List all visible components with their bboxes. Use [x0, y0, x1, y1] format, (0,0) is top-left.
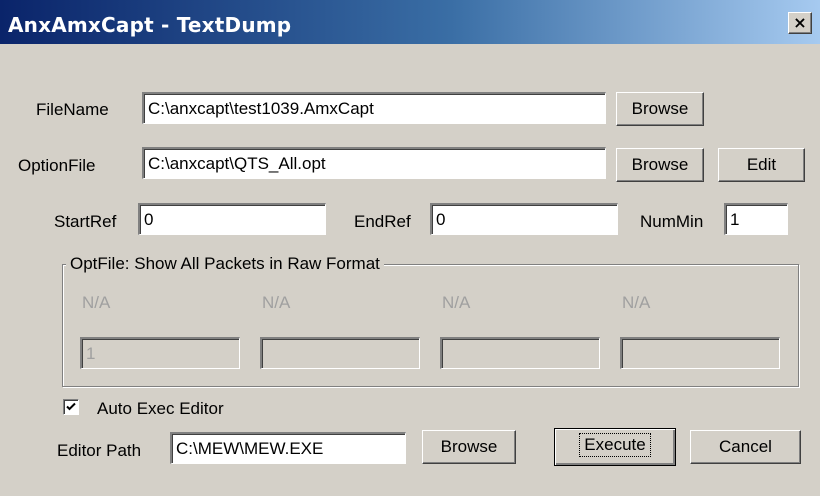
param-field-2: [260, 337, 420, 369]
filename-field[interactable]: C:\anxcapt\test1039.AmxCapt: [142, 92, 606, 124]
param-field-3: [440, 337, 600, 369]
auto-exec-label[interactable]: Auto Exec Editor: [97, 399, 224, 419]
endref-label: EndRef: [354, 212, 411, 231]
close-button[interactable]: ×: [788, 12, 812, 34]
checkmark-icon: [66, 402, 76, 411]
param-field-1: 1: [80, 337, 240, 369]
editor-browse-button[interactable]: Browse: [422, 430, 516, 464]
param-field-4: [620, 337, 780, 369]
filename-browse-button[interactable]: Browse: [616, 92, 704, 126]
close-icon: ×: [793, 13, 807, 32]
title-bar: AnxAmxCapt - TextDump ×: [0, 0, 820, 44]
editor-path-label: Editor Path: [57, 441, 142, 460]
param-label-2: N/A: [262, 293, 291, 312]
startref-field[interactable]: 0: [138, 203, 326, 235]
optionfile-browse-button[interactable]: Browse: [616, 148, 704, 182]
auto-exec-checkbox[interactable]: [63, 399, 79, 415]
cancel-button[interactable]: Cancel: [690, 430, 801, 464]
optionfile-label: OptionFile: [18, 156, 96, 175]
nummin-label: NumMin: [640, 212, 704, 231]
execute-button-label: Execute: [579, 433, 651, 457]
param-label-4: N/A: [622, 293, 651, 312]
optionfile-field[interactable]: C:\anxcapt\QTS_All.opt: [142, 147, 606, 179]
filename-label: FileName: [36, 100, 109, 119]
nummin-field[interactable]: 1: [724, 203, 788, 235]
endref-field[interactable]: 0: [430, 203, 618, 235]
startref-label: StartRef: [54, 212, 117, 231]
window-title: AnxAmxCapt - TextDump: [8, 13, 292, 37]
editor-path-field[interactable]: C:\MEW\MEW.EXE: [170, 432, 406, 464]
param-label-1: N/A: [82, 293, 111, 312]
optionfile-edit-button[interactable]: Edit: [718, 148, 805, 182]
execute-button[interactable]: Execute: [554, 428, 676, 466]
param-label-3: N/A: [442, 293, 471, 312]
optfile-group-title: OptFile: Show All Packets in Raw Format: [66, 254, 384, 274]
